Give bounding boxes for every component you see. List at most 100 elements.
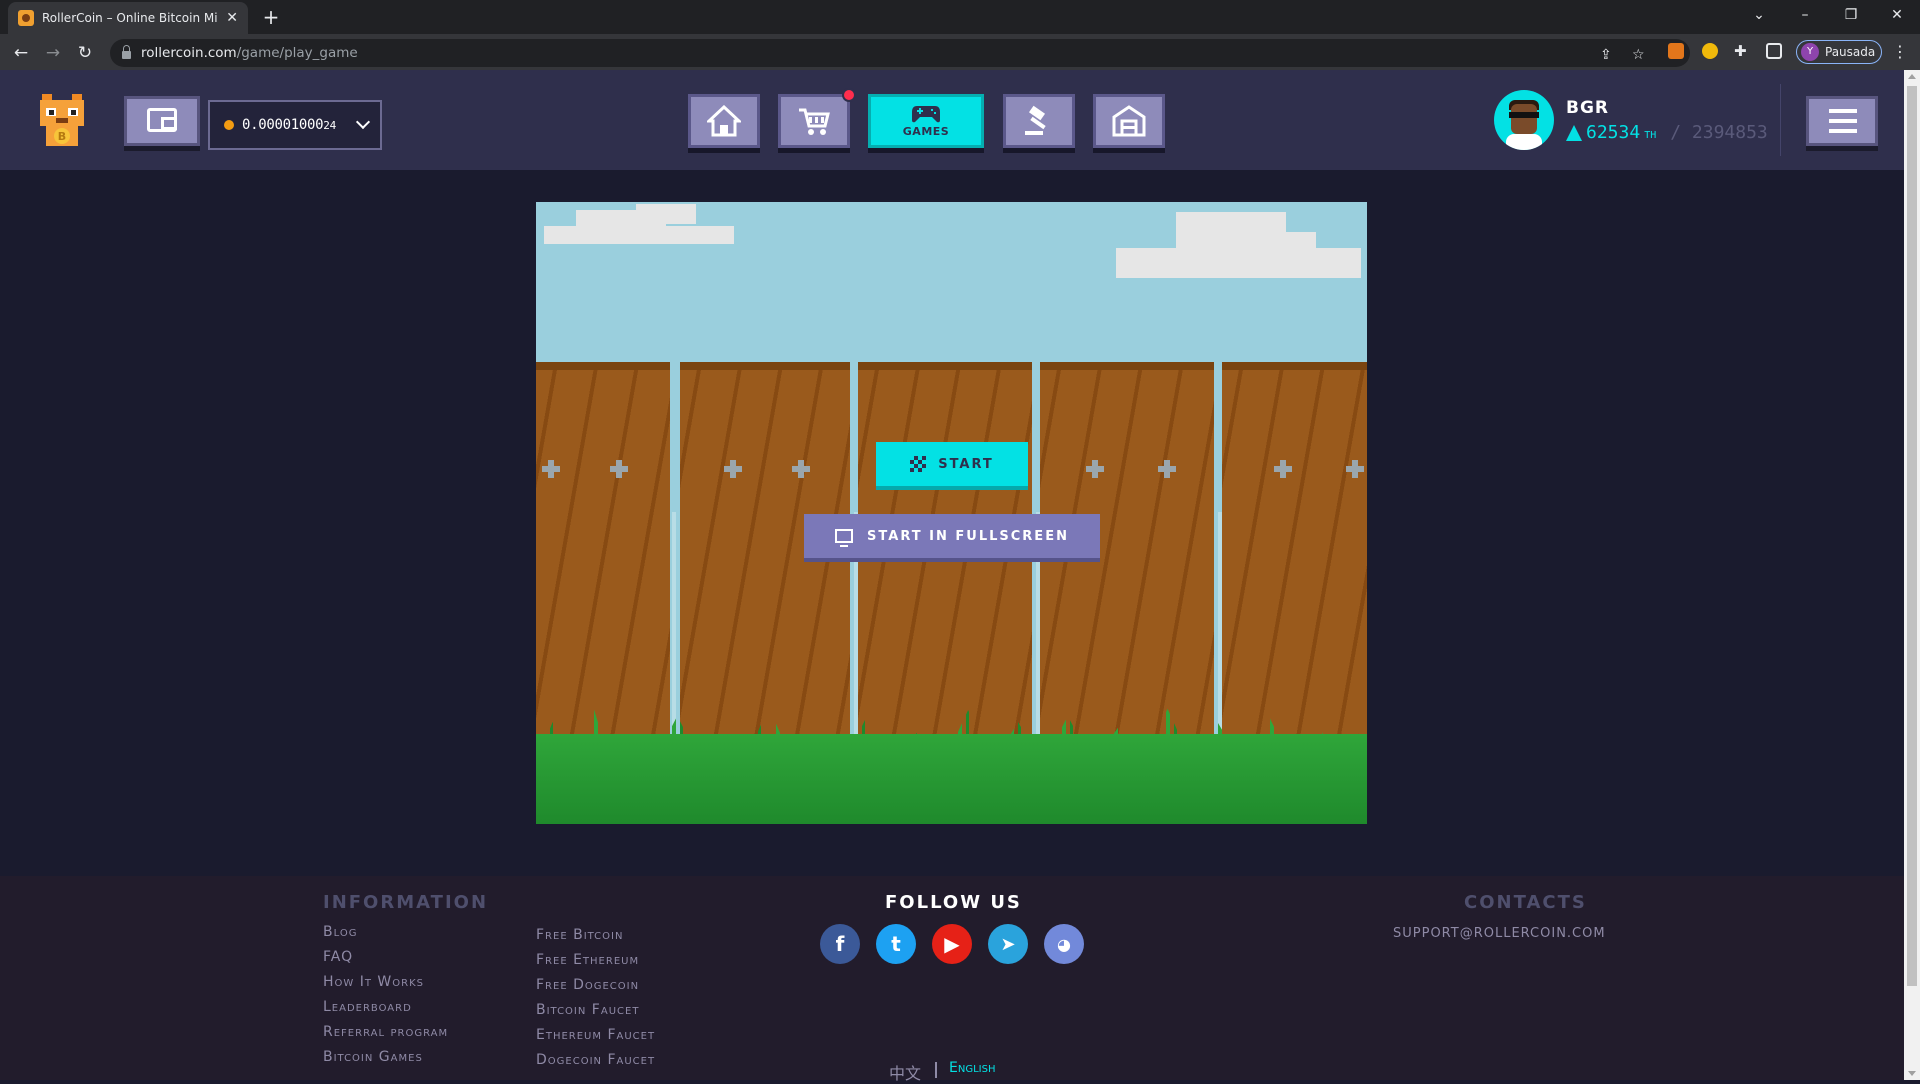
- share-icon[interactable]: ⇪: [1600, 47, 1612, 63]
- nav-marketplace-button[interactable]: [1003, 94, 1075, 148]
- cloud: [1116, 248, 1361, 278]
- balance-selector[interactable]: 0.0000100024: [208, 100, 382, 150]
- checkered-flag-icon: [910, 456, 927, 472]
- scrollbar-thumb[interactable]: [1907, 86, 1917, 986]
- games-label: GAMES: [902, 125, 950, 138]
- cloud: [1256, 232, 1316, 252]
- close-tab-icon[interactable]: ✕: [226, 10, 238, 26]
- footer-link-how-it-works[interactable]: How It Works: [323, 974, 424, 990]
- cloud: [636, 204, 696, 224]
- back-icon[interactable]: ←: [8, 40, 34, 66]
- footer-link-faq[interactable]: FAQ: [323, 949, 353, 965]
- footer-link-ethereum-faucet[interactable]: Ethereum Faucet: [536, 1027, 655, 1043]
- bookmark-star-icon[interactable]: ☆: [1632, 47, 1645, 63]
- new-tab-button[interactable]: +: [258, 4, 284, 30]
- site-footer: Information Blog FAQ How It Works Leader…: [0, 876, 1904, 1083]
- power-unit: TH: [1644, 130, 1657, 141]
- grass: [536, 734, 1367, 824]
- bolt-icon: [1158, 460, 1176, 478]
- support-email-link[interactable]: SUPPORT@ROLLERCOIN.COM: [1393, 926, 1606, 941]
- nav-market-button[interactable]: [778, 94, 850, 148]
- bitcoin-coin-icon: [224, 120, 234, 130]
- footer-link-free-dogecoin[interactable]: Free Dogecoin: [536, 977, 639, 993]
- chevron-down-icon: [355, 114, 371, 130]
- browser-toolbar: ← → ↻ rollercoin.com/game/play_game ⇪ ☆: [0, 34, 1920, 70]
- telegram-icon[interactable]: ➤: [988, 924, 1028, 964]
- main-menu-button[interactable]: [1806, 96, 1878, 146]
- bolt-icon: [1274, 460, 1292, 478]
- footer-link-leaderboard[interactable]: Leaderboard: [323, 999, 412, 1015]
- footer-link-free-ethereum[interactable]: Free Ethereum: [536, 952, 639, 968]
- power-value: 62534: [1586, 122, 1641, 143]
- profile-status: Pausada: [1825, 45, 1876, 59]
- close-window-button[interactable]: ✕: [1874, 0, 1920, 30]
- language-english[interactable]: English: [949, 1060, 995, 1076]
- follow-us-heading: Follow us: [885, 892, 1022, 913]
- information-heading: Information: [323, 892, 489, 913]
- balance-value: 0.0000100024: [242, 117, 336, 133]
- gamepad-icon: [912, 106, 940, 123]
- page-scrollbar[interactable]: [1904, 70, 1920, 1080]
- footer-link-bitcoin-faucet[interactable]: Bitcoin Faucet: [536, 1002, 639, 1018]
- bolt-icon: [1346, 460, 1364, 478]
- site-header: B 0.0000100024 GAMES BGR 62534 TH / 2394…: [0, 70, 1904, 170]
- header-divider: [1780, 84, 1781, 156]
- youtube-icon[interactable]: ▶: [932, 924, 972, 964]
- browser-tab[interactable]: RollerCoin – Online Bitcoin Minin ✕: [8, 2, 248, 34]
- footer-link-referral[interactable]: Referral program: [323, 1024, 448, 1040]
- start-fullscreen-button[interactable]: Start in fullscreen: [804, 514, 1100, 558]
- restore-button[interactable]: ❐: [1828, 0, 1874, 30]
- wallet-icon: [147, 108, 177, 132]
- facebook-icon[interactable]: f: [820, 924, 860, 964]
- address-bar[interactable]: rollercoin.com/game/play_game ⇪ ☆: [110, 39, 1690, 67]
- username[interactable]: BGR: [1566, 98, 1609, 118]
- svg-text:B: B: [58, 130, 66, 143]
- discord-icon[interactable]: ◕: [1044, 924, 1084, 964]
- language-separator: [935, 1062, 937, 1078]
- forward-icon[interactable]: →: [40, 40, 66, 66]
- warehouse-icon: [1112, 105, 1146, 137]
- auction-gavel-icon: [1025, 105, 1046, 135]
- shopping-cart-icon: [799, 108, 830, 135]
- url-text: rollercoin.com/game/play_game: [141, 45, 358, 61]
- rollercoin-logo-icon[interactable]: B: [38, 92, 86, 148]
- bolt-icon: [724, 460, 742, 478]
- monitor-icon: [835, 529, 854, 547]
- binance-extension-icon[interactable]: [1702, 43, 1718, 59]
- language-chinese[interactable]: 中文: [889, 1060, 921, 1084]
- minimize-button[interactable]: –: [1782, 0, 1828, 30]
- game-canvas[interactable]: Start Start in fullscreen: [536, 202, 1367, 824]
- tab-search-icon[interactable]: ⌄: [1736, 0, 1782, 30]
- lock-icon[interactable]: [122, 45, 131, 59]
- main-content: Start Start in fullscreen: [0, 170, 1904, 876]
- browser-tab-bar: RollerCoin – Online Bitcoin Minin ✕ + ⌄ …: [0, 0, 1920, 34]
- nav-games-button[interactable]: GAMES: [868, 94, 984, 148]
- wallet-button[interactable]: [124, 96, 200, 146]
- nav-storage-button[interactable]: [1093, 94, 1165, 148]
- home-icon: [707, 105, 741, 137]
- start-button[interactable]: Start: [876, 442, 1028, 486]
- bolt-icon: [610, 460, 628, 478]
- tab-title: RollerCoin – Online Bitcoin Minin: [42, 11, 217, 25]
- footer-link-blog[interactable]: Blog: [323, 924, 357, 940]
- footer-link-dogecoin-faucet[interactable]: Dogecoin Faucet: [536, 1052, 655, 1068]
- profile-button[interactable]: Y Pausada: [1796, 40, 1882, 64]
- user-avatar[interactable]: [1494, 90, 1554, 150]
- twitter-icon[interactable]: t: [876, 924, 916, 964]
- reload-icon[interactable]: ↻: [72, 40, 98, 66]
- network-power-total: / 2394853: [1670, 122, 1768, 143]
- mining-power: 62534 TH / 2394853: [1566, 122, 1768, 143]
- bolt-icon: [792, 460, 810, 478]
- contacts-heading: Contacts: [1464, 892, 1587, 913]
- market-notification-dot: [842, 88, 856, 102]
- footer-link-free-bitcoin[interactable]: Free Bitcoin: [536, 927, 623, 943]
- nav-home-button[interactable]: [688, 94, 760, 148]
- side-panel-icon[interactable]: [1766, 43, 1782, 59]
- browser-menu-icon[interactable]: ⋮: [1892, 42, 1908, 61]
- rollercoin-favicon-icon: [18, 10, 34, 26]
- extensions-puzzle-icon[interactable]: ✚: [1734, 43, 1750, 59]
- metamask-extension-icon[interactable]: [1668, 43, 1684, 59]
- footer-link-bitcoin-games[interactable]: Bitcoin Games: [323, 1049, 423, 1065]
- fullscreen-label: Start in fullscreen: [867, 528, 1069, 544]
- start-label: Start: [938, 456, 994, 472]
